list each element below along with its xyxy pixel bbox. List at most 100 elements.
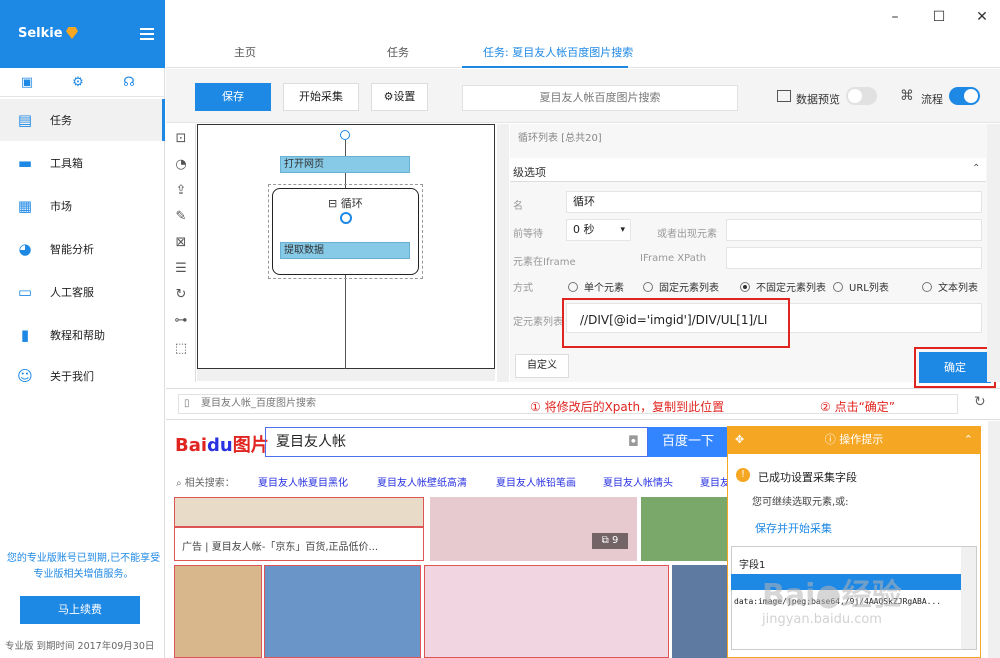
open-page-tool-icon[interactable]: ⊡ (172, 130, 190, 148)
radio-label: URL列表 (849, 283, 889, 294)
flow-node-extract[interactable]: 提取数据 (280, 242, 410, 259)
result-image[interactable] (174, 497, 424, 527)
related-link[interactable]: 夏目友人帐情头 (603, 474, 673, 489)
radio-unfixed-list[interactable]: 不固定元素列表 (740, 279, 826, 294)
advanced-options-header[interactable] (510, 158, 986, 182)
settings-button[interactable]: ⚙设置 (371, 83, 428, 111)
panel-vertical-scrollbar[interactable] (987, 124, 1000, 382)
expiry-footer: 专业版 到期时间 2017年09月30日 (5, 641, 155, 652)
name-input[interactable]: 循环 (566, 191, 982, 213)
loop-icon (340, 212, 352, 224)
name-label: 名 (513, 201, 523, 212)
sidebar-item-analysis[interactable]: ◕ 智能分析 (0, 228, 165, 270)
radio-text-list[interactable]: 文本列表 (922, 279, 978, 294)
iframe-label: 元素在Iframe (513, 257, 576, 268)
captcha-tool-icon[interactable]: ⊠ (172, 234, 190, 252)
tip-title: 操作提示 (839, 433, 884, 446)
minimize-icon[interactable]: – (888, 10, 902, 24)
wait-select[interactable]: 0 秒 ▾ (566, 219, 631, 241)
close-icon[interactable]: ✕ (975, 10, 989, 24)
menu-icon[interactable] (140, 28, 154, 40)
related-link[interactable]: 夏目友人帐壁纸高清 (377, 474, 467, 489)
sidebar-item-help[interactable]: ▮ 教程和帮助 (0, 314, 165, 356)
watermark-url: jingyan.baidu.com (762, 612, 882, 627)
baidu-search-input[interactable]: 夏目友人帐 ◘ (265, 427, 648, 457)
search-query: 夏目友人帐 (276, 434, 346, 450)
document-icon: ▤ (17, 111, 33, 129)
maximize-icon[interactable]: ☐ (932, 10, 946, 24)
sidebar-item-support[interactable]: ▭ 人工客服 (0, 271, 165, 313)
result-image[interactable] (264, 565, 421, 658)
radio-url-list[interactable]: URL列表 (833, 279, 889, 294)
collapse-icon[interactable]: ⊟ (328, 197, 341, 210)
result-image[interactable] (424, 565, 669, 658)
collapse-icon[interactable]: ⌃ (964, 426, 973, 454)
mouseover-tool-icon[interactable]: ⬚ (172, 340, 190, 358)
click-tool-icon[interactable]: ◔ (172, 156, 190, 174)
flow-node-open-page[interactable]: 打开网页 (280, 156, 410, 173)
result-image[interactable] (672, 565, 727, 658)
switch-tool-icon[interactable]: ☰ (172, 260, 190, 278)
chevron-up-icon[interactable]: ⌃ (972, 163, 980, 174)
related-link[interactable]: 夏目友 (700, 474, 730, 489)
branch-tool-icon[interactable]: ⊶ (172, 312, 190, 330)
radio-label: 不固定元素列表 (756, 283, 826, 294)
gear-icon[interactable]: ⚙ (71, 76, 85, 90)
tab-current-task[interactable]: 任务: 夏目友人帐百度图片搜索 (483, 44, 633, 60)
app-title: Selkie (18, 26, 63, 41)
xpath-label: 定元素列表 (513, 317, 563, 328)
appear-input[interactable] (726, 219, 982, 241)
move-icon[interactable]: ✥ (735, 426, 744, 454)
task-name-field[interactable]: 夏目友人帐百度图片搜索 (462, 85, 738, 111)
renew-button[interactable]: 马上续费 (20, 596, 140, 624)
address-text: 夏目友人帐_百度图片搜索 (201, 398, 316, 409)
radio-fixed-list[interactable]: 固定元素列表 (643, 279, 719, 294)
related-link[interactable]: 夏目友人帐夏目黑化 (258, 474, 348, 489)
sidebar-item-toolbox[interactable]: ▬ 工具箱 (0, 142, 165, 184)
sidebar-item-tasks[interactable]: ▤ 任务 (0, 99, 165, 141)
extract-tool-icon[interactable]: ⇪ (172, 182, 190, 200)
radio-single[interactable]: 单个元素 (568, 279, 624, 294)
sidebar-item-about[interactable]: ☺ 关于我们 (0, 355, 165, 397)
tip-header[interactable]: ✥ ⓘ 操作提示 ⌃ (727, 426, 981, 454)
input-tool-icon[interactable]: ✎ (172, 208, 190, 226)
table-scrollbar[interactable] (961, 547, 976, 649)
page-vertical-scrollbar[interactable] (988, 421, 1000, 658)
watermark: Bai●经验 (762, 578, 902, 613)
field-column-header: 字段1 (739, 560, 766, 571)
flow-toggle[interactable] (949, 87, 980, 105)
save-button[interactable]: 保存 (195, 83, 271, 111)
save-and-start-link[interactable]: 保存并开始采集 (755, 520, 832, 536)
start-collect-button[interactable]: 开始采集 (283, 83, 359, 111)
loop-tool-icon[interactable]: ↻ (172, 286, 190, 304)
ad-text: 广告 | 夏目友人帐-「京东」百货,正品低价... (182, 542, 379, 553)
camera-icon[interactable]: ◘ (628, 428, 639, 456)
iframe-xpath-input[interactable] (726, 247, 982, 269)
store-icon: ▦ (17, 197, 33, 215)
mode-label: 方式 (513, 283, 533, 294)
wait-value: 0 秒 (573, 223, 595, 236)
logo-text: 图片 (232, 435, 269, 456)
confirm-button[interactable]: 确定 (919, 352, 991, 383)
result-image[interactable] (174, 565, 262, 658)
canvas-vertical-scrollbar[interactable] (497, 124, 509, 382)
result-image[interactable] (430, 497, 637, 561)
data-preview-toggle[interactable] (846, 87, 877, 105)
sidebar-item-label: 工具箱 (50, 157, 83, 170)
headset-icon[interactable]: ☊ (122, 76, 136, 90)
tab-home[interactable]: 主页 (234, 44, 256, 60)
book-icon: ▮ (20, 326, 30, 344)
tab-tasks[interactable]: 任务 (387, 44, 409, 60)
refresh-icon[interactable]: ↻ (974, 394, 986, 410)
result-image[interactable] (641, 497, 727, 561)
baidu-search-button[interactable]: 百度一下 (648, 427, 728, 457)
related-link[interactable]: 夏目友人帐铅笔画 (496, 474, 576, 489)
xpath-value: //DIV[@id='imgid']/DIV/UL[1]/LI (580, 313, 768, 327)
canvas-horizontal-scrollbar[interactable] (197, 369, 495, 381)
flow-label: 流程 (921, 93, 943, 106)
sidebar-item-market[interactable]: ▦ 市场 (0, 185, 165, 227)
task-add-icon[interactable]: ▣ (20, 76, 34, 90)
table-icon (777, 90, 791, 102)
custom-button[interactable]: 自定义 (515, 354, 569, 378)
page-icon: ▯ (184, 398, 190, 409)
